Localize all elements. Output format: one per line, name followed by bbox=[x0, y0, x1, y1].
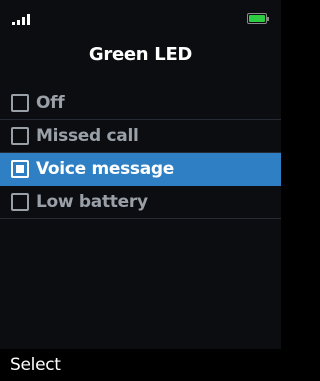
list-item-label: Low battery bbox=[36, 192, 148, 212]
phone-screen: Green LED Off Missed call Voice message … bbox=[0, 0, 281, 381]
list-item-missed-call[interactable]: Missed call bbox=[0, 120, 281, 153]
checkbox-checked-icon[interactable] bbox=[11, 160, 29, 178]
list-item-label: Off bbox=[36, 93, 65, 113]
checkbox-icon[interactable] bbox=[11, 94, 29, 112]
list-item-voice-message[interactable]: Voice message bbox=[0, 153, 281, 186]
list-item-label: Voice message bbox=[36, 159, 175, 179]
list-item-low-battery[interactable]: Low battery bbox=[0, 186, 281, 219]
battery-full-icon bbox=[247, 13, 269, 24]
checkbox-icon[interactable] bbox=[11, 193, 29, 211]
select-softkey[interactable]: Select bbox=[10, 355, 61, 375]
checkbox-icon[interactable] bbox=[11, 127, 29, 145]
led-option-list: Off Missed call Voice message Low batter… bbox=[0, 87, 281, 219]
list-item-off[interactable]: Off bbox=[0, 87, 281, 120]
signal-strength-icon bbox=[12, 13, 40, 25]
list-item-label: Missed call bbox=[36, 126, 139, 146]
page-title: Green LED bbox=[88, 44, 193, 65]
softkey-bar: Select bbox=[0, 349, 281, 381]
status-bar bbox=[0, 0, 281, 30]
